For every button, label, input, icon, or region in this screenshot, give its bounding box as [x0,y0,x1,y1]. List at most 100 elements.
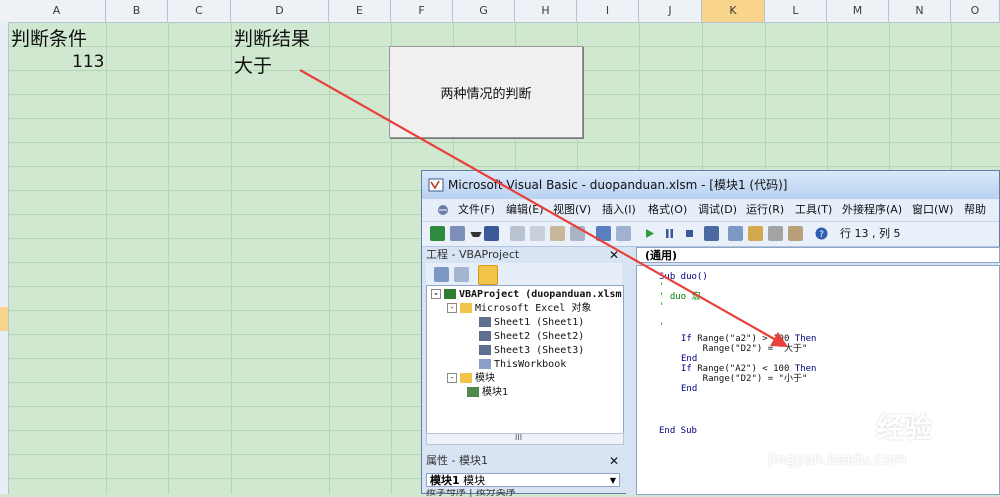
vba-window-title: Microsoft Visual Basic - duopanduan.xlsm… [448,178,788,192]
active-row-marker [0,307,8,331]
workbook-icon [479,359,491,369]
tree-node-excel-objects[interactable]: - Microsoft Excel 对象 [447,302,591,315]
toolbox-icon[interactable] [788,226,803,241]
tree-node-module1[interactable]: 模块1 [467,386,508,399]
code-keyword: Then [794,364,817,374]
menu-window[interactable]: 窗口(W) [912,199,953,221]
code-object-select[interactable]: (通用) [636,247,1000,263]
folder-icon [460,373,472,383]
cell-a1[interactable]: 判断条件 [11,24,87,51]
row-header-strip[interactable] [0,22,9,494]
design-mode-icon[interactable] [704,226,719,241]
project-pane-toolbar [426,263,622,285]
view-excel-icon[interactable] [430,226,445,241]
insert-module-icon[interactable] [450,226,465,241]
tree-node-sheet3[interactable]: Sheet3 (Sheet3) [479,344,584,357]
redo-icon[interactable] [616,226,631,241]
toggle-folders-icon[interactable] [478,265,498,285]
run-icon[interactable] [642,226,657,241]
tree-node-thisworkbook[interactable]: ThisWorkbook [479,358,566,371]
menu-view[interactable]: 视图(V) [553,199,591,221]
properties-object-name: 模块1 [430,474,460,487]
vba-menu-icon[interactable] [436,203,450,217]
view-object-icon[interactable] [454,267,469,282]
help-icon[interactable]: ? [814,226,829,241]
grid-line [106,22,107,494]
menu-tools[interactable]: 工具(T) [795,199,832,221]
collapse-icon[interactable]: - [447,303,457,313]
column-header-j[interactable]: J [639,0,702,22]
code-line: If Range("A2") < 100 Then [681,364,816,374]
watermark-url: jingyan.baidu.com [768,450,907,468]
collapse-icon[interactable]: - [431,289,441,299]
tree-node-sheet2[interactable]: Sheet2 (Sheet2) [479,330,584,343]
properties-tabs[interactable]: 按字母序 | 按分类序 [426,489,620,497]
project-horizontal-scrollbar[interactable]: III [426,433,624,445]
menu-debug[interactable]: 调试(D) [698,199,737,221]
reset-icon[interactable] [682,226,697,241]
dropdown-arrow-icon[interactable] [470,232,482,237]
copy-icon[interactable] [530,226,545,241]
sheet-icon [479,345,491,355]
collapse-icon[interactable]: - [447,373,457,383]
column-header-i[interactable]: I [577,0,639,22]
column-header-g[interactable]: G [453,0,515,22]
column-header-h[interactable]: H [515,0,577,22]
column-header-n[interactable]: N [889,0,951,22]
code-line: End Sub [659,426,697,436]
column-header-o[interactable]: O [951,0,1000,22]
project-explorer-icon[interactable] [728,226,743,241]
column-header-b[interactable]: B [106,0,168,22]
tree-node-modules[interactable]: - 模块 [447,372,495,385]
column-header-f[interactable]: F [391,0,453,22]
project-pane-close-icon[interactable]: ✕ [608,249,620,261]
menu-file[interactable]: 文件(F) [458,199,495,221]
properties-icon[interactable] [748,226,763,241]
paste-icon[interactable] [550,226,565,241]
menu-format[interactable]: 格式(O) [648,199,687,221]
tree-node-label: 模块 [475,373,495,384]
code-text: Range("a2") > 100 [691,334,795,344]
vba-toolbar: ? 行 13 , 列 5 [422,221,999,247]
column-header-k[interactable]: K [702,0,765,22]
code-line: ' [659,302,665,312]
menu-addins[interactable]: 外接程序(A) [842,199,902,221]
cut-icon[interactable] [510,226,525,241]
object-browser-icon[interactable] [768,226,783,241]
vba-title-bar[interactable]: Microsoft Visual Basic - duopanduan.xlsm… [422,171,999,200]
chevron-down-icon[interactable]: ▼ [610,474,616,488]
tree-node-label: ThisWorkbook [494,359,567,370]
module-icon [467,387,479,397]
menu-edit[interactable]: 编辑(E) [506,199,544,221]
menu-insert[interactable]: 插入(I) [602,199,636,221]
save-icon[interactable] [484,226,499,241]
tree-node-vbaproject[interactable]: - VBAProject (duopanduan.xlsm) [431,288,624,301]
code-keyword: If [681,364,692,374]
column-header-m[interactable]: M [827,0,889,22]
tree-node-label: VBAProject (duopanduan.xlsm) [459,289,624,300]
cell-d2[interactable]: 大于 [234,51,272,78]
grid-line [8,142,1000,143]
macro-button[interactable]: 两种情况的判断 [389,46,583,138]
cell-a2[interactable]: 113 [72,52,104,72]
column-header-a[interactable]: A [8,0,106,22]
tree-node-label: Sheet3 (Sheet3) [494,345,585,356]
column-header-l[interactable]: L [765,0,827,22]
undo-icon[interactable] [596,226,611,241]
column-header-e[interactable]: E [329,0,391,22]
menu-run[interactable]: 运行(R) [746,199,784,221]
tree-node-label: Sheet2 (Sheet2) [494,331,585,342]
code-line: ' [659,322,665,332]
properties-pane-close-icon[interactable]: ✕ [608,455,620,467]
column-header-d[interactable]: D [231,0,329,22]
cell-d1[interactable]: 判断结果 [234,24,310,51]
sheet-icon [479,331,491,341]
column-header-c[interactable]: C [168,0,231,22]
pause-icon[interactable] [662,226,677,241]
properties-pane-title: 属性 - 模块1 [426,454,488,467]
view-code-icon[interactable] [434,267,449,282]
tree-node-sheet1[interactable]: Sheet1 (Sheet1) [479,316,584,329]
vba-menu-bar: 文件(F) 编辑(E) 视图(V) 插入(I) 格式(O) 调试(D) 运行(R… [422,199,999,238]
find-icon[interactable] [570,226,585,241]
properties-object-select[interactable]: 模块1 模块 ▼ [426,473,620,487]
